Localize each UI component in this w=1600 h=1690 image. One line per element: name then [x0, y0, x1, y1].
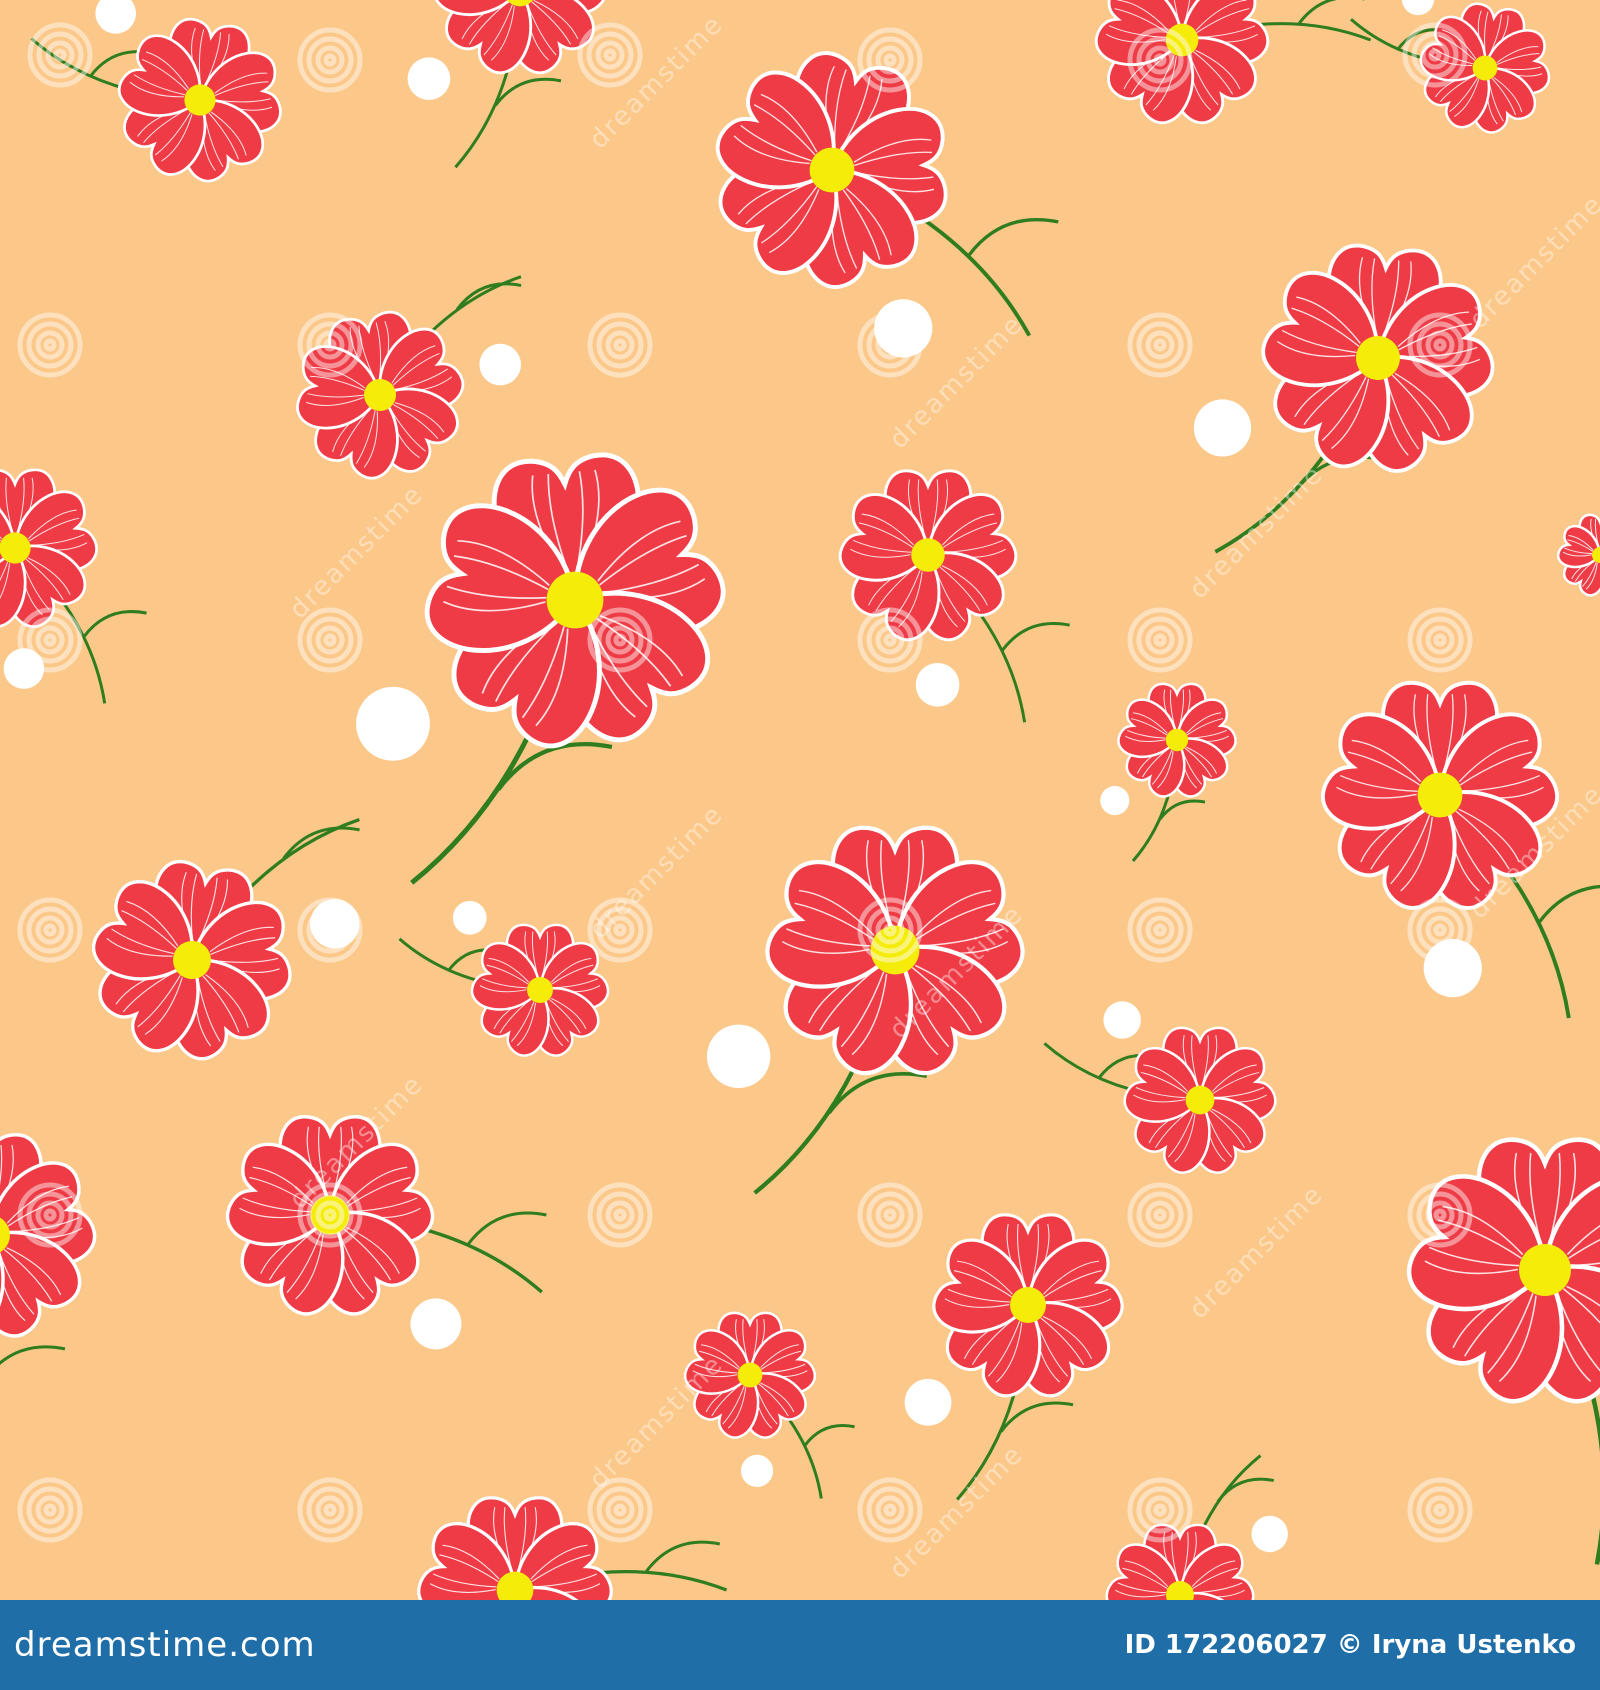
flower-center — [527, 977, 553, 1003]
footer-site-text: dreamstime.com — [14, 1625, 316, 1665]
white-berry — [1103, 1001, 1141, 1039]
white-berry — [407, 57, 451, 100]
white-berry — [452, 900, 487, 935]
white-berry — [740, 1454, 774, 1487]
flower-center — [1165, 728, 1189, 752]
white-berry — [1193, 399, 1252, 457]
flower-center — [0, 532, 31, 564]
footer-credit-text: ID 172206027 © Iryna Ustenko — [1124, 1630, 1576, 1660]
white-berry — [1251, 1515, 1288, 1553]
white-berry — [904, 1378, 952, 1426]
flower-center — [737, 1362, 763, 1388]
white-berry — [479, 343, 522, 386]
floral-pattern: dreamstimedreamstimedreamstime dreamstime… — [0, 0, 1600, 1600]
white-berry — [1100, 785, 1130, 816]
white-berry — [915, 663, 960, 707]
flower-center — [1185, 1085, 1215, 1115]
flower-center — [1519, 1244, 1571, 1296]
white-berry — [706, 1024, 771, 1089]
white-berry — [356, 686, 430, 761]
pattern-image: dreamstime dreamstime dreamstime dreamstime… — [0, 0, 1600, 1600]
flower-center — [1417, 772, 1463, 818]
white-berry — [410, 1298, 462, 1350]
flower-center — [1010, 1287, 1046, 1323]
flower-center — [911, 538, 945, 572]
watermark-footer-bar: dreamstime.com ID 172206027 © Iryna Uste… — [0, 1600, 1600, 1690]
